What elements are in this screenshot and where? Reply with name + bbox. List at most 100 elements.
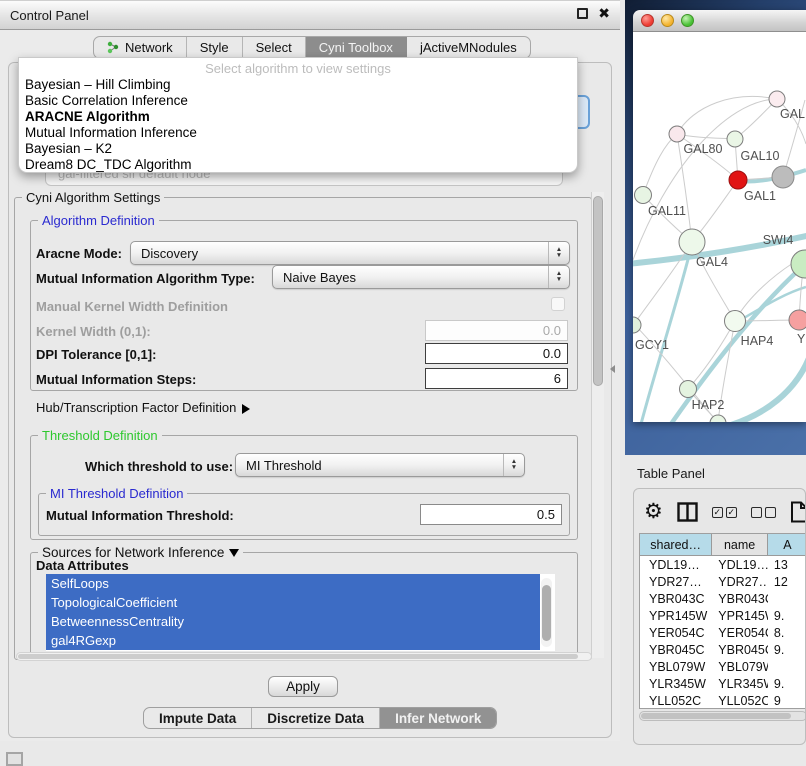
close-traffic-light-icon[interactable]	[641, 14, 654, 27]
cell: YBR045C	[712, 643, 768, 657]
chevron-updown-icon: ▲▼	[548, 242, 569, 264]
cell: YER054C	[712, 626, 768, 640]
list-item-gal4rgexp[interactable]: gal4RGexp	[46, 631, 540, 650]
node-label: Y	[797, 332, 806, 346]
node-label: GAL1	[744, 189, 776, 203]
popup-header: Select algorithm to view settings	[19, 61, 577, 77]
cell: YBR043C	[712, 592, 768, 606]
tab-cyni-toolbox[interactable]: Cyni Toolbox	[306, 37, 407, 58]
mi-steps-field[interactable]: 6	[425, 368, 568, 389]
panel-resize-handle[interactable]	[610, 365, 615, 373]
data-attributes-label: Data Attributes	[36, 558, 129, 573]
aracne-mode-label: Aracne Mode:	[36, 246, 122, 261]
table-panel-title: Table Panel	[637, 466, 705, 481]
algo-item-dream8[interactable]: Dream8 DC_TDC Algorithm	[19, 157, 577, 173]
tab-impute-data-label: Impute Data	[159, 711, 236, 726]
tab-network[interactable]: Network	[94, 37, 187, 58]
node-gal-pink-top[interactable]	[769, 91, 785, 107]
node-hap2[interactable]	[680, 381, 697, 398]
algo-item-mutual-information[interactable]: Mutual Information Inference	[19, 125, 577, 141]
algo-item-bayesian-k2[interactable]: Bayesian – K2	[19, 141, 577, 157]
attributes-scrollbar-thumb[interactable]	[542, 585, 551, 641]
minimize-traffic-light-icon[interactable]	[661, 14, 674, 27]
cell: YLL052C	[640, 694, 712, 708]
algo-item-bayesian-hill-climbing[interactable]: Bayesian – Hill Climbing	[19, 77, 577, 93]
node-gal10[interactable]	[727, 131, 743, 147]
threshold-definition-title: Threshold Definition	[38, 428, 162, 443]
kernel-width-field[interactable]: 0.0	[425, 320, 568, 341]
table-row[interactable]: YDR27… YDR27… 12	[640, 573, 806, 590]
node-gal80[interactable]	[669, 126, 685, 142]
table-row[interactable]: YPR145W YPR145W 9.	[640, 607, 806, 624]
table-row[interactable]: YDL19… YDL19… 13	[640, 556, 806, 573]
dpi-tolerance-field[interactable]: 0.0	[425, 343, 568, 364]
deselect-all-icon[interactable]	[751, 507, 776, 518]
settings-vertical-scrollbar-thumb[interactable]	[593, 196, 603, 386]
node-label: GAL11	[648, 204, 686, 218]
tab-impute-data[interactable]: Impute Data	[144, 708, 252, 728]
cell: YER054C	[640, 626, 712, 640]
mi-type-combobox[interactable]: Naive Bayes ▲▼	[272, 265, 570, 289]
table-row[interactable]: YBR045C YBR045C 9.	[640, 641, 806, 658]
mi-threshold-field[interactable]: 0.5	[420, 504, 562, 525]
column-header-name[interactable]: name	[712, 534, 768, 555]
chevron-updown-icon: ▲▼	[548, 266, 569, 288]
node-label: GAL4	[696, 255, 728, 269]
algo-item-basic-correlation[interactable]: Basic Correlation Inference	[19, 93, 577, 109]
cell: 9	[768, 694, 806, 708]
list-item-topologicalcoefficient[interactable]: TopologicalCoefficient	[46, 593, 540, 612]
node-gal1[interactable]	[729, 171, 747, 189]
network-canvas[interactable]: GAL GAL80 GAL10 GAL1 GAL11 GAL4 SWI4 GCY…	[633, 32, 806, 422]
node-label: GAL80	[684, 142, 723, 156]
tab-jactivemnodules[interactable]: jActiveMNodules	[407, 37, 530, 58]
tab-style[interactable]: Style	[187, 37, 243, 58]
table-row[interactable]: YBR043C YBR043C	[640, 590, 806, 607]
table-row[interactable]: YBL079W YBL079W	[640, 658, 806, 675]
table-row[interactable]: YLR345W YLR345W 9.	[640, 675, 806, 692]
apply-button[interactable]: Apply	[268, 676, 338, 697]
tab-network-label: Network	[125, 40, 173, 55]
zoom-traffic-light-icon[interactable]	[681, 14, 694, 27]
minimized-panel-icon[interactable]	[6, 752, 23, 766]
node-label: SWI4	[763, 233, 794, 247]
settings-horizontal-scrollbar-thumb[interactable]	[18, 654, 578, 659]
aracne-mode-combobox[interactable]: Discovery ▲▼	[130, 241, 570, 265]
network-window-titlebar[interactable]	[633, 10, 806, 32]
column-header-shared[interactable]: shared…	[640, 534, 712, 555]
cell: 13	[768, 558, 806, 572]
cell: YBL079W	[712, 660, 768, 674]
tab-discretize-data[interactable]: Discretize Data	[252, 708, 380, 728]
table-row[interactable]: YLL052C YLL052C 9	[640, 692, 806, 709]
algo-item-aracne[interactable]: ARACNE Algorithm	[19, 109, 577, 125]
table-panel: ⚙ ✓✓ shared… name A YDL19…	[633, 488, 806, 745]
tab-style-label: Style	[200, 40, 229, 55]
float-window-icon[interactable]	[577, 8, 588, 19]
node-hap4[interactable]	[725, 311, 746, 332]
gear-icon[interactable]: ⚙	[644, 501, 663, 523]
hub-definition-expander[interactable]: Hub/Transcription Factor Definition	[36, 400, 250, 415]
table-horizontal-scrollbar-thumb[interactable]	[641, 713, 791, 719]
node-gal4[interactable]	[679, 229, 705, 255]
tab-infer-network[interactable]: Infer Network	[380, 708, 496, 728]
node-gal11[interactable]	[635, 187, 652, 204]
list-item-betweennesscentrality[interactable]: BetweennessCentrality	[46, 612, 540, 631]
select-all-icon[interactable]: ✓✓	[712, 507, 737, 518]
dpi-tolerance-label: DPI Tolerance [0,1]:	[36, 347, 156, 362]
new-file-icon[interactable]	[790, 501, 806, 523]
columns-icon[interactable]	[677, 502, 698, 522]
node-gray[interactable]	[772, 166, 794, 188]
manual-kernel-label: Manual Kernel Width Definition	[36, 299, 228, 314]
table-row[interactable]: YER054C YER054C 8.	[640, 624, 806, 641]
close-icon[interactable]: ✖	[598, 8, 610, 19]
cell: YLR345W	[640, 677, 712, 691]
list-item-selfloops[interactable]: SelfLoops	[46, 574, 540, 593]
cell: 9.	[768, 609, 806, 623]
column-header-cut[interactable]: A	[768, 534, 806, 555]
node-salmon[interactable]	[789, 310, 806, 330]
dpi-tolerance-value: 0.0	[543, 346, 561, 361]
tab-select[interactable]: Select	[243, 37, 306, 58]
cell: YBL079W	[640, 660, 712, 674]
which-threshold-combobox[interactable]: MI Threshold ▲▼	[235, 453, 525, 477]
aracne-mode-value: Discovery	[141, 246, 198, 261]
manual-kernel-checkbox[interactable]	[551, 297, 565, 311]
